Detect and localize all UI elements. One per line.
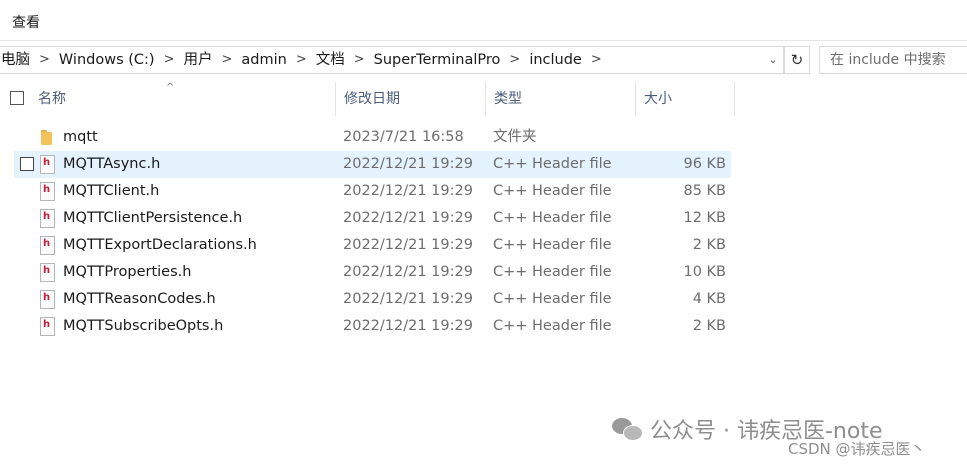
file-date: 2022/12/21 19:29 [343,291,473,307]
file-date: 2022/12/21 19:29 [343,183,473,199]
header-file-icon: h [40,209,55,228]
ribbon: 查看 [0,0,967,41]
file-name: MQTTProperties.h [63,264,192,280]
breadcrumb-chevron-icon[interactable]: > [293,47,310,73]
column-header-type[interactable]: 类型 [485,82,635,116]
search-input[interactable]: 在 include 中搜索 [819,46,967,74]
file-type: C++ Header file [493,318,612,334]
file-name: MQTTExportDeclarations.h [63,237,257,253]
select-all-checkbox[interactable] [10,91,24,105]
ribbon-tab-view[interactable]: 查看 [12,12,40,32]
file-date: 2022/12/21 19:29 [343,210,473,226]
file-type: C++ Header file [493,210,612,226]
header-file-icon: h [40,155,55,174]
breadcrumb-item[interactable]: 电脑 [0,47,36,73]
breadcrumb-item[interactable]: 用户 [177,47,218,73]
column-header-name[interactable]: 名称 [30,82,335,116]
column-header-size[interactable]: 大小 [635,82,735,116]
row-checkbox[interactable] [20,157,34,171]
breadcrumb-chevron-icon[interactable]: > [588,47,605,73]
breadcrumb-chevron-icon[interactable]: > [218,47,235,73]
breadcrumb-item[interactable]: include [523,47,588,73]
file-date: 2022/12/21 19:29 [343,156,473,172]
file-size: 10 KB [683,264,726,280]
file-row[interactable]: h MQTTAsync.h 2022/12/21 19:29 C++ Header f… [14,151,731,178]
file-date: 2022/12/21 19:29 [343,318,473,334]
file-name: MQTTSubscribeOpts.h [63,318,224,334]
file-size: 12 KB [683,210,726,226]
file-row[interactable]: mqtt 2023/7/21 16:58 文件夹 [14,124,731,151]
file-type: C++ Header file [493,264,612,280]
file-size: 4 KB [692,291,726,307]
file-type: C++ Header file [493,156,612,172]
file-date: 2023/7/21 16:58 [343,129,464,145]
navigation-bar: 电脑 > Windows (C:) > 用户 > admin > 文档 > SuperTermina… [0,44,967,76]
file-row[interactable]: h MQTTExportDeclarations.h 2022/12/21 19:2… [14,232,731,259]
breadcrumb-chevron-icon[interactable]: > [506,47,523,73]
breadcrumb-item[interactable]: Windows (C:) [53,47,161,73]
breadcrumb-chevron-icon[interactable]: > [36,47,53,73]
file-type: C++ Header file [493,183,612,199]
file-type: C++ Header file [493,291,612,307]
refresh-button[interactable]: ↻ [784,46,810,74]
file-row[interactable]: h MQTTClient.h 2022/12/21 19:29 C++ Header … [14,178,731,205]
column-headers: ^ 名称 修改日期 类型 大小 [0,82,967,116]
header-file-icon: h [40,182,55,201]
breadcrumb-item[interactable]: SuperTerminalPro [368,47,507,73]
file-name: MQTTReasonCodes.h [63,291,216,307]
csdn-watermark: CSDN @讳疾忌医丶 [788,440,926,458]
file-size: 2 KB [692,318,726,334]
file-size: 96 KB [683,156,726,172]
breadcrumb-item[interactable]: 文档 [310,47,351,73]
file-size: 85 KB [683,183,726,199]
file-size: 2 KB [692,237,726,253]
breadcrumb-item[interactable]: admin [235,47,292,73]
file-date: 2022/12/21 19:29 [343,264,473,280]
file-name: mqtt [63,129,98,145]
file-date: 2022/12/21 19:29 [343,237,473,253]
header-file-icon: h [40,263,55,282]
folder-icon [41,130,52,145]
address-history-dropdown-icon[interactable]: ⌄ [762,46,784,72]
file-type: 文件夹 [493,129,537,145]
file-row[interactable]: h MQTTProperties.h 2022/12/21 19:29 C++ Hea… [14,259,731,286]
file-row[interactable]: h MQTTClientPersistence.h 2022/12/21 19:29… [14,205,731,232]
header-file-icon: h [40,236,55,255]
file-name: MQTTClientPersistence.h [63,210,243,226]
file-name: MQTTClient.h [63,183,160,199]
header-file-icon: h [40,290,55,309]
file-row[interactable]: h MQTTReasonCodes.h 2022/12/21 19:29 C++ He… [14,286,731,313]
file-type: C++ Header file [493,237,612,253]
header-file-icon: h [40,317,55,336]
breadcrumb-chevron-icon[interactable]: > [351,47,368,73]
file-row[interactable]: h MQTTSubscribeOpts.h 2022/12/21 19:29 C++ … [14,313,731,340]
file-name: MQTTAsync.h [63,156,161,172]
file-explorer-window: 查看 电脑 > Windows (C:) > 用户 > admin > 文档 > SuperTerm… [0,0,967,466]
column-header-date[interactable]: 修改日期 [335,82,485,116]
address-bar[interactable]: 电脑 > Windows (C:) > 用户 > admin > 文档 > SuperTermina… [0,46,784,74]
breadcrumb-chevron-icon[interactable]: > [161,47,178,73]
wechat-icon [612,416,644,442]
